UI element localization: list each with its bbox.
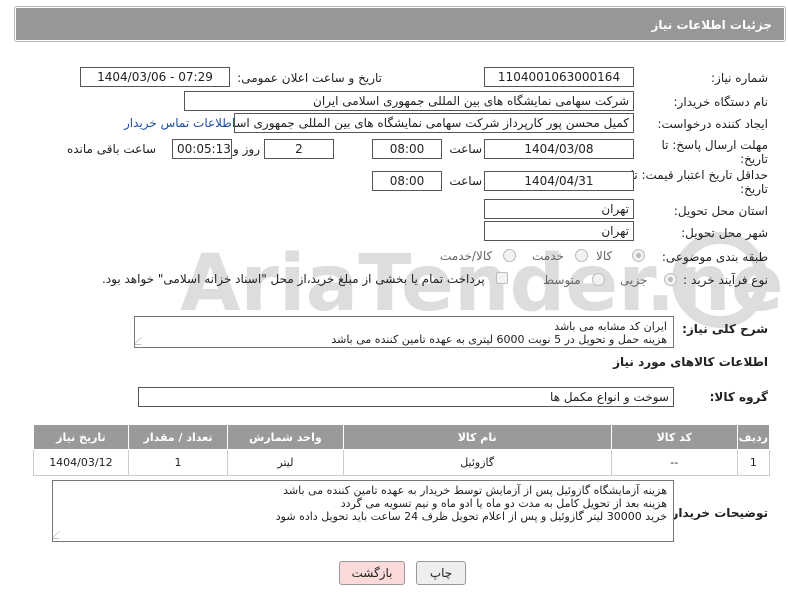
announce-label: تاریخ و ساعت اعلان عمومی: (237, 71, 382, 85)
resize-grip-icon[interactable] (53, 531, 67, 539)
category-option-service: خدمت (532, 249, 564, 263)
treasury-checkbox[interactable] (496, 272, 508, 284)
category-radio-both[interactable] (503, 249, 516, 262)
price-time-field: 08:00 (372, 171, 442, 191)
announce-field: 1404/03/06 - 07:29 (80, 67, 230, 87)
days-field: 2 (264, 139, 334, 159)
process-label: نوع فرآیند خرید : (683, 273, 768, 287)
deadline-time-field: 08:00 (372, 139, 442, 159)
process-option-minor: جزیی (620, 273, 648, 287)
province-field: تهران (484, 199, 634, 219)
goods-group-field: سوخت و انواع مکمل ها (138, 387, 674, 407)
price-date-field: 1404/04/31 (484, 171, 634, 191)
items-table: ردیف کد کالا نام کالا واحد شمارش تعداد /… (33, 424, 771, 476)
category-label: طبقه بندی موضوعی: (661, 250, 768, 264)
back-button[interactable]: بازگشت (339, 561, 405, 585)
goods-info-title: اطلاعات کالاهای مورد نیاز (613, 355, 768, 369)
remaining-time-field: 00:05:13 (172, 139, 232, 159)
buyer-note-line: هزینه بعد از تحویل کامل به مدت دو ماه یا… (340, 497, 667, 510)
cell-code: -- (610, 449, 738, 476)
col-unit-header: واحد شمارش (227, 424, 344, 450)
creator-label: ایجاد کننده درخواست: (657, 117, 768, 131)
deadline-date-field: 1404/03/08 (484, 139, 634, 159)
deadline-label: مهلت ارسال پاسخ: تا تاریخ: (661, 138, 768, 166)
process-radio-minor[interactable] (664, 273, 677, 286)
deadline-time-label: ساعت (449, 142, 482, 156)
province-label: استان محل تحویل: (673, 204, 768, 218)
col-row-header: ردیف (736, 424, 771, 450)
buyer-notes-label: توضیحات خریدار: (666, 506, 768, 520)
contact-buyer-link[interactable]: اطلاعات تماس خریدار (124, 116, 235, 130)
col-qty-header: تعداد / مقدار (127, 424, 229, 450)
buyer-notes-textarea[interactable]: هزینه آزمایشگاه گازوئیل پس از آزمایش توس… (52, 480, 674, 542)
table-header-row: ردیف کد کالا نام کالا واحد شمارش تعداد /… (33, 424, 771, 450)
city-field: تهران (484, 221, 634, 241)
goods-group-label: گروه کالا: (709, 390, 768, 404)
buyer-org-field: شرکت سهامی نمایشگاه های بین المللی جمهور… (184, 91, 634, 111)
process-option-medium: متوسط (543, 273, 581, 287)
table-row: 1 -- گازوئیل لیتر 1 1404/03/12 (33, 449, 771, 476)
category-radio-goods[interactable] (632, 249, 645, 262)
buyer-note-line: هزینه آزمایشگاه گازوئیل پس از آزمایش توس… (283, 484, 667, 497)
cell-row: 1 (736, 449, 771, 476)
description-textarea[interactable]: ایران کد مشابه می باشد هزینه حمل و تحویل… (134, 316, 674, 348)
cell-name: گازوئیل (342, 449, 612, 476)
process-radio-medium[interactable] (592, 273, 605, 286)
cell-unit: لیتر (227, 449, 344, 476)
category-radio-service[interactable] (575, 249, 588, 262)
col-code-header: کد کالا (610, 424, 738, 450)
creator-field: کمیل محسن پور کارپرداز شرکت سهامی نمایشگ… (234, 113, 634, 133)
col-date-header: تاریخ نیاز (33, 424, 129, 450)
print-button[interactable]: چاپ (416, 561, 466, 585)
need-number-field: 1104001063000164 (484, 67, 634, 87)
description-line: هزینه حمل و تحویل در 5 نوبت 6000 لیتری ب… (331, 333, 667, 346)
remaining-label: ساعت باقی مانده (66, 142, 156, 156)
cell-qty: 1 (127, 449, 229, 476)
days-label: روز و (233, 142, 260, 156)
category-option-both: کالا/خدمت (440, 249, 493, 263)
col-name-header: نام کالا (342, 424, 612, 450)
price-time-label: ساعت (449, 174, 482, 188)
payment-note: پرداخت تمام یا بخشی از مبلغ خرید،از محل … (102, 272, 485, 286)
category-option-goods: کالا (596, 249, 613, 263)
city-label: شهر محل تحویل: (681, 226, 768, 240)
buyer-note-line: خرید 30000 لیتر گازوئیل و پس از اعلام تح… (275, 510, 667, 523)
description-line: ایران کد مشابه می باشد (554, 320, 667, 333)
description-label: شرح کلی نیاز: (682, 322, 768, 336)
cell-date: 1404/03/12 (33, 449, 129, 476)
buyer-org-label: نام دستگاه خریدار: (673, 95, 769, 109)
header-frame: جزئیات اطلاعات نیاز (14, 6, 786, 42)
page-title: جزئیات اطلاعات نیاز (16, 8, 784, 40)
need-number-label: شماره نیاز: (711, 71, 768, 85)
price-validity-label: حداقل تاریخ اعتبار قیمت: تا تاریخ: (630, 168, 768, 196)
